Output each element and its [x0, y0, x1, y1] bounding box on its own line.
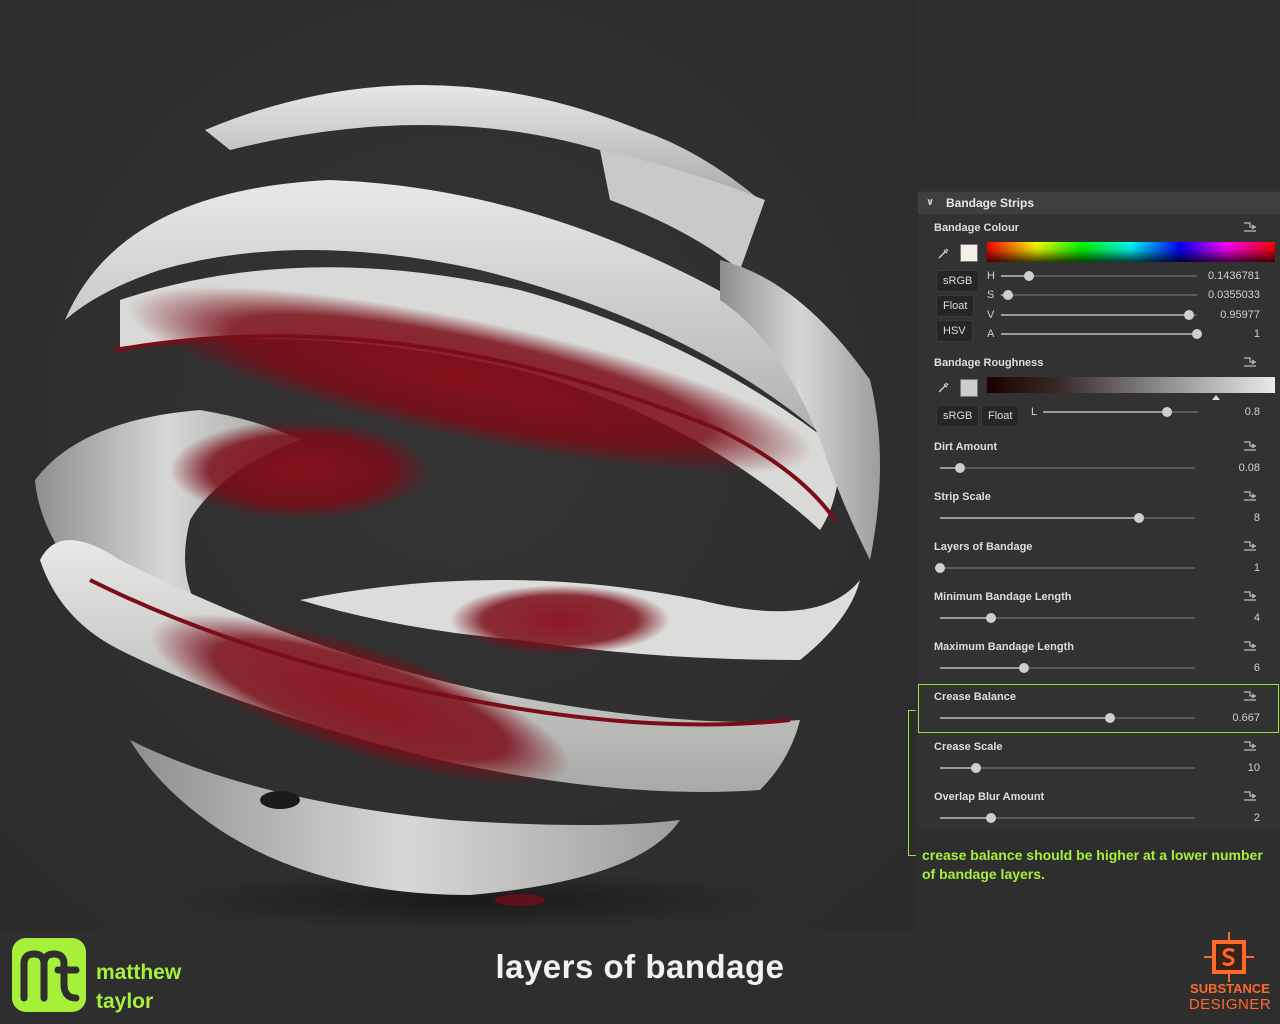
slider-handle[interactable] — [1162, 407, 1172, 417]
channel-label-s: S — [987, 289, 995, 301]
slider-handle[interactable] — [1133, 513, 1144, 523]
reset-parameter-icon[interactable] — [1241, 440, 1259, 454]
crease-scale-value[interactable]: 10 — [1200, 762, 1260, 774]
overlap-blur-amount-label: Overlap Blur Amount — [934, 791, 1045, 803]
roughness-slider[interactable] — [1043, 407, 1198, 417]
dirt-amount-value[interactable]: 0.08 — [1200, 462, 1260, 474]
slider-handle[interactable] — [970, 763, 981, 773]
properties-panel: ∨ Bandage Strips Bandage Colour sRGB Flo… — [918, 190, 1280, 830]
reset-parameter-icon[interactable] — [1241, 590, 1259, 604]
crease-scale-label: Crease Scale — [934, 741, 1003, 753]
crease-balance-value[interactable]: 0.667 — [1200, 712, 1260, 724]
roughness-marker — [1212, 395, 1220, 400]
chevron-down-icon: ∨ — [926, 197, 935, 208]
reset-parameter-icon[interactable] — [1241, 740, 1259, 754]
brand-line1: SUBSTANCE — [1190, 981, 1270, 996]
slider-handle[interactable] — [1184, 310, 1195, 320]
channel-slider-s[interactable] — [1001, 290, 1197, 300]
strip-scale-label: Strip Scale — [934, 491, 991, 503]
reset-parameter-icon[interactable] — [1241, 490, 1259, 504]
maximum-bandage-length-value[interactable]: 6 — [1200, 662, 1260, 674]
channel-value-s[interactable]: 0.0355033 — [1202, 289, 1260, 301]
srgb-button[interactable]: sRGB — [936, 405, 980, 427]
colour-swatch[interactable] — [960, 244, 978, 262]
channel-value-v[interactable]: 0.95977 — [1202, 309, 1260, 321]
substance-logo-icon — [1202, 930, 1256, 984]
channel-value-a[interactable]: 1 — [1202, 328, 1260, 340]
srgb-button[interactable]: sRGB — [936, 270, 980, 292]
reset-parameter-icon[interactable] — [1241, 790, 1259, 804]
overlap-blur-amount-value[interactable]: 2 — [1200, 812, 1260, 824]
channel-slider-a[interactable] — [1001, 329, 1202, 339]
colour-hue-gradient[interactable] — [987, 242, 1275, 262]
channel-label-a: A — [987, 328, 995, 340]
channel-slider-v[interactable] — [1001, 310, 1197, 320]
page-title: layers of bandage — [495, 948, 785, 985]
overlap-blur-amount-slider[interactable] — [940, 813, 1195, 823]
channel-label-v: V — [987, 309, 995, 321]
hsv-button[interactable]: HSV — [936, 320, 973, 342]
crease-scale-slider[interactable] — [940, 763, 1195, 773]
bandage-roughness-label: Bandage Roughness — [934, 357, 1044, 369]
reset-parameter-icon[interactable] — [1241, 640, 1259, 654]
slider-handle[interactable] — [935, 563, 945, 573]
material-preview-render — [0, 0, 915, 930]
eyedropper-icon[interactable] — [936, 381, 950, 395]
slider-handle[interactable] — [1019, 663, 1030, 673]
layers-of-bandage-label: Layers of Bandage — [934, 541, 1033, 553]
reset-parameter-icon[interactable] — [1241, 356, 1259, 370]
float-button[interactable]: Float — [981, 405, 1020, 427]
eyedropper-icon[interactable] — [936, 247, 950, 261]
dirt-amount-slider[interactable] — [940, 463, 1195, 473]
slider-handle[interactable] — [1105, 713, 1116, 723]
reset-parameter-icon[interactable] — [1241, 540, 1259, 554]
section-header-bandage-strips[interactable]: ∨ Bandage Strips — [918, 192, 1280, 214]
roughness-value[interactable]: 0.8 — [1208, 406, 1260, 418]
minimum-bandage-length-value[interactable]: 4 — [1200, 612, 1260, 624]
callout-annotation: crease balance should be higher at a low… — [922, 847, 1263, 882]
slider-handle[interactable] — [1002, 290, 1013, 300]
crease-balance-label: Crease Balance — [934, 691, 1016, 703]
strip-scale-slider[interactable] — [940, 513, 1195, 523]
slider-handle[interactable] — [1192, 329, 1202, 339]
dirt-amount-label: Dirt Amount — [934, 441, 998, 453]
float-button[interactable]: Float — [936, 295, 975, 317]
channel-label-l: L — [1031, 406, 1038, 418]
slider-handle[interactable] — [986, 813, 996, 823]
section-title: Bandage Strips — [946, 196, 1035, 210]
maximum-bandage-length-slider[interactable] — [940, 663, 1195, 673]
strip-scale-value[interactable]: 8 — [1200, 512, 1260, 524]
slider-handle[interactable] — [1024, 271, 1035, 281]
roughness-gradient[interactable] — [987, 377, 1275, 393]
author-last-name: taylor — [96, 990, 154, 1013]
layers-of-bandage-value[interactable]: 1 — [1200, 562, 1260, 574]
layers-of-bandage-slider[interactable] — [935, 563, 1195, 573]
slider-handle[interactable] — [986, 613, 996, 623]
minimum-bandage-length-slider[interactable] — [940, 613, 1195, 623]
channel-label-h: H — [987, 270, 995, 282]
reset-parameter-icon[interactable] — [1241, 221, 1259, 235]
callout-connector — [908, 710, 916, 856]
bandage-colour-label: Bandage Colour — [934, 222, 1019, 234]
crease-balance-slider[interactable] — [940, 713, 1195, 723]
slider-handle[interactable] — [955, 463, 966, 473]
brand-line2: DESIGNER — [1188, 996, 1272, 1013]
substance-designer-logo: SUBSTANCE DESIGNER — [1180, 930, 1280, 1020]
channel-slider-h[interactable] — [1001, 271, 1197, 281]
maximum-bandage-length-label: Maximum Bandage Length — [934, 641, 1074, 653]
reset-parameter-icon[interactable] — [1241, 690, 1259, 704]
roughness-swatch[interactable] — [960, 379, 978, 397]
channel-value-h[interactable]: 0.1436781 — [1202, 270, 1260, 282]
minimum-bandage-length-label: Minimum Bandage Length — [934, 591, 1072, 603]
